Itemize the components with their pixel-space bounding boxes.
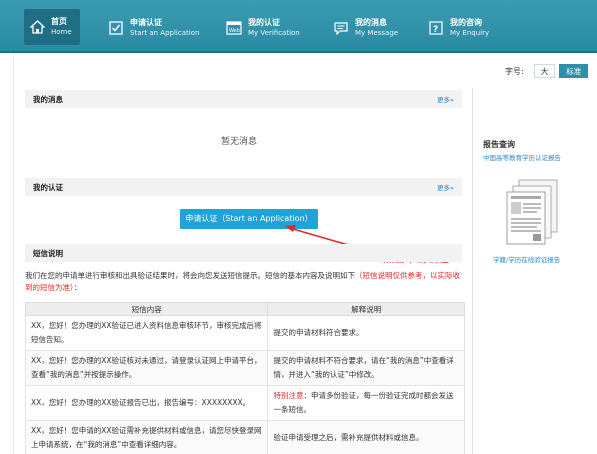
sms-table: 短信内容 解释说明 XX，您好！您办理的XX验证已进入资料信息审核环节，审核完成… [24,302,465,454]
sms-note-text: 提交的申请材料符合要求。 [273,328,364,337]
report-query-title: 报告查询 [483,140,515,149]
sms-panel-header: 短信说明 [25,244,462,262]
sms-content-cell: XX，您好！您办理的XX验证报告已出，报告编号：XXXXXXXX。 [24,385,269,421]
sms-content-cell: XX，您好！您办理的XX验证核对未通过，请登录认证网上申请平台，查看“我的消息”… [24,350,269,386]
sms-intro-main: 我们在您的申请单进行审核和出具验证结果时，将会向您发送短信提示。短信的基本内容及… [25,271,355,280]
degree-report-link[interactable]: 中国高等教育学历认证报告 [483,152,561,162]
table-row: XX，您好！您办理的XX验证已进入资料信息审核环节，审核完成后将短信告知。 提交… [24,315,465,351]
table-row: XX，您好！您申请的XX验证需补充提供材料或信息，请您尽快登录网上申请系统，在“… [24,420,465,454]
sms-note-prefix: 特别注意 [273,391,304,400]
sms-note-cell: 提交的申请材料不符合要求，请在“我的消息”中查看详情，并进入“我的认证”中修改。 [267,350,465,386]
table-row: XX，您好！您办理的XX验证核对未通过，请登录认证网上申请平台，查看“我的消息”… [24,350,465,386]
sms-note-text: 提交的申请材料不符合要求，请在“我的消息”中查看详情，并进入“我的认证”中修改。 [273,356,454,379]
sms-title: 短信说明 [33,249,63,258]
sms-content-cell: XX，您好！您申请的XX验证需补充提供材料或信息，请您尽快登录网上申请系统，在“… [24,420,269,454]
sms-note-cell: 验证申请受理之后，需补充提供材料或信息。 [267,420,465,454]
sms-table-header: 短信内容 解释说明 [24,302,465,316]
sms-header-explanation: 解释说明 [267,302,465,316]
sms-note-cell: 提交的申请材料符合要求。 [267,315,465,351]
sms-note-cell: 特别注意：申请多份验证，每一份验证完成时都会发送一条短信。 [267,385,465,421]
sms-note-text: 验证申请受理之后，需补充提供材料或信息。 [273,433,424,442]
online-verification-report-link[interactable]: 学籍/学历在线验证报告 [493,254,560,264]
table-row: XX，您好！您办理的XX验证报告已出，报告编号：XXXXXXXX。 特别注意：申… [24,385,465,421]
sidebar-divider [472,88,473,454]
sms-header-content: 短信内容 [24,302,269,316]
report-thumbnail-image[interactable] [505,178,561,248]
sms-content-cell: XX，您好！您办理的XX验证已进入资料信息审核环节，审核完成后将短信告知。 [24,315,269,351]
sms-intro-end: ： [73,283,82,292]
sms-intro-text: 我们在您的申请单进行审核和出具验证结果时，将会向您发送短信提示。短信的基本内容及… [25,270,465,294]
